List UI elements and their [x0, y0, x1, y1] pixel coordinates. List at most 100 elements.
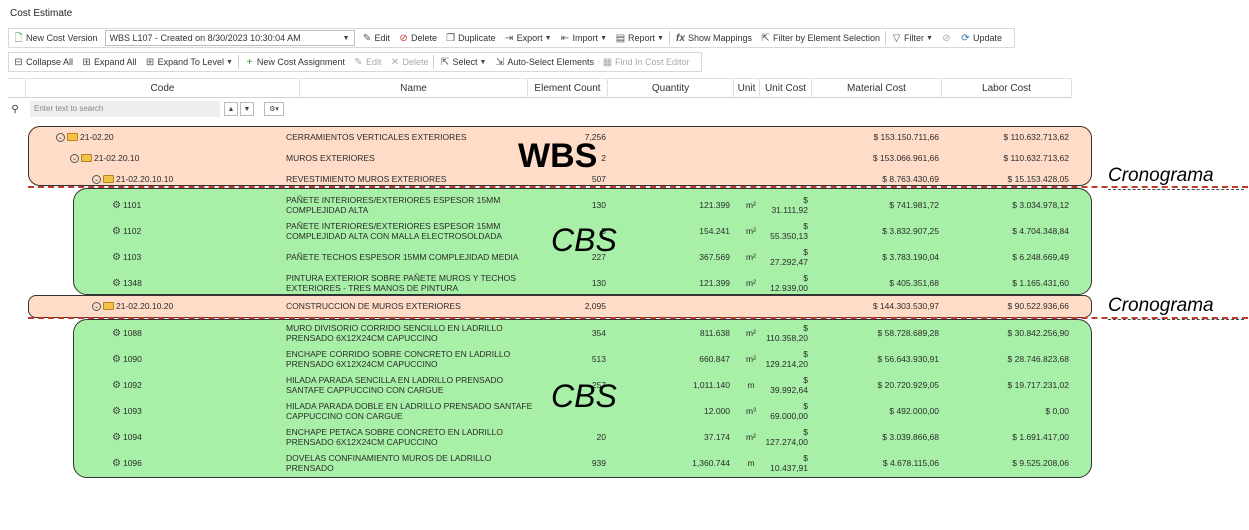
duplicate-button[interactable]: ❐ Duplicate — [441, 29, 500, 47]
name-cell: REVESTIMIENTO MUROS EXTERIORES — [286, 174, 447, 184]
cost-item-row[interactable]: ⚙ 1096 DOVELAS CONFINAMIENTO MUROS DE LADR… — [8, 451, 1071, 475]
select-button[interactable]: ⇱ Select ▼ — [435, 53, 490, 71]
labor-cost-cell: $ 90.522.936,66 — [1007, 301, 1069, 311]
cost-item-row[interactable]: ⚙ 1094 ENCHAPE PETACA SOBRE CONCRETO EN LA… — [8, 425, 1071, 449]
cost-item-row[interactable]: ⚙ 1090 ENCHAPE CORRIDO SOBRE CONCRETO EN L… — [8, 347, 1071, 371]
gear-icon: ⚙ — [112, 379, 121, 391]
gear-icon: ⚙ — [112, 251, 121, 263]
unit-cell: m² — [746, 328, 756, 338]
find-in-cost-editor-button[interactable]: ▦ Find In Cost Editor — [598, 53, 694, 71]
unit-cost-currency: $ — [803, 427, 808, 437]
gear-icon: ⚙ — [112, 225, 121, 237]
toolbar-separator — [433, 55, 435, 69]
schedule-underline — [1108, 189, 1244, 190]
name-cell: ENCHAPE PETACA SOBRE CONCRETO EN LADRILL… — [286, 427, 503, 447]
search-up-button[interactable]: ▲ — [224, 102, 238, 116]
schedule-annotation: Cronograma — [1108, 295, 1214, 316]
material-cost-cell: $ 3.783.190,04 — [882, 252, 939, 262]
export-icon: ⇥ — [504, 32, 514, 44]
column-header-labor-cost[interactable]: Labor Cost — [942, 78, 1072, 98]
column-header-material-cost[interactable]: Material Cost — [812, 78, 942, 98]
unit-cost-currency: $ — [803, 195, 808, 205]
cost-item-row[interactable]: ⚙ 1101 PAÑETE INTERIORES/EXTERIORES ESPESO… — [8, 193, 1071, 217]
cost-item-row[interactable]: ⚙ 1088 MURO DIVISORIO CORRIDO SENCILLO EN … — [8, 321, 1071, 345]
column-header-quantity[interactable]: Quantity — [608, 78, 734, 98]
collapse-toggle-icon[interactable]: ⌄ — [70, 153, 79, 163]
gear-icon: ⚙ — [112, 405, 121, 417]
unit-cost-currency: $ — [803, 401, 808, 411]
update-button[interactable]: ⟳ Update — [956, 29, 1006, 47]
cost-item-row[interactable]: ⚙ 1093 HILADA PARADA DOBLE EN LADRILLO PRE… — [8, 399, 1071, 423]
unit-cost-value: 129.214,20 — [765, 359, 808, 369]
edit-assignment-button[interactable]: ✎ Edit — [349, 53, 386, 71]
schedule-divider-line — [28, 317, 1248, 319]
column-header-name[interactable]: Name — [300, 78, 528, 98]
quantity-cell: 37.174 — [704, 432, 730, 442]
name-cell: MURO DIVISORIO CORRIDO SENCILLO EN LADRI… — [286, 323, 503, 343]
unit-cell: m³ — [746, 406, 756, 416]
unit-cost-cell: $55.350,13 — [760, 221, 808, 241]
quantity-cell: 660.847 — [699, 354, 730, 364]
unit-cost-cell: $110.358,20 — [760, 323, 808, 343]
refresh-icon: ⟳ — [961, 32, 970, 44]
code-cell: ⚙ 1093 — [112, 406, 142, 417]
code-cell: ⚙ 1094 — [112, 432, 142, 443]
labor-cost-cell: $ 1.165.431,60 — [1012, 278, 1069, 288]
schedule-underline — [1108, 319, 1244, 320]
material-cost-cell: $ 153.150.711,66 — [873, 132, 939, 142]
unit-cost-value: 27.292,47 — [770, 257, 808, 267]
column-header-code[interactable]: Code — [26, 78, 300, 98]
cost-item-row[interactable]: ⚙ 1103 PAÑETE TECHOS ESPESOR 15MM COMPLEJI… — [8, 245, 1071, 269]
export-button[interactable]: ⇥ Export ▼ — [500, 29, 556, 47]
collapse-toggle-icon[interactable]: ⌄ — [56, 132, 65, 142]
report-button[interactable]: ▤ Report ▼ — [611, 29, 668, 47]
tree-toolbar: ⊟ Collapse All ⊞ Expand All ⊞ Expand To … — [8, 52, 702, 72]
gear-icon: ⚙ — [112, 327, 121, 339]
unit-cost-cell: $27.292,47 — [760, 247, 808, 267]
edit-version-button[interactable]: ✎ Edit — [358, 29, 395, 47]
plus-icon: + — [246, 56, 253, 68]
clear-filter-button[interactable]: ⊘ — [937, 29, 956, 47]
delete-version-button[interactable]: ⊘ Delete — [394, 29, 441, 47]
schedule-divider-line — [28, 186, 1248, 188]
unit-cost-currency: $ — [803, 375, 808, 385]
collapse-all-button[interactable]: ⊟ Collapse All — [9, 53, 77, 71]
report-icon: ▤ — [615, 32, 626, 44]
search-options-button[interactable]: ⚙▾ — [264, 102, 284, 116]
show-mappings-button[interactable]: fx Show Mappings — [671, 29, 756, 47]
code-cell: ⌄ 21-02.20.10 — [70, 153, 139, 163]
cost-item-row[interactable]: ⚙ 1102 PAÑETE INTERIORES/EXTERIORES ESPESO… — [8, 219, 1071, 243]
name-cell: CERRAMIENTOS VERTICALES EXTERIORES — [286, 132, 467, 142]
wbs-group-row[interactable]: ⌄ 21-02.20.10.20 CONSTRUCCION DE MUROS EXT… — [8, 297, 1071, 315]
code-cell: ⌄ 21-02.20.10.10 — [92, 174, 173, 184]
unit-cell: m² — [746, 200, 756, 210]
cbs-annotation: CBS — [551, 222, 617, 258]
collapse-toggle-icon[interactable]: ⌄ — [92, 174, 101, 184]
material-cost-cell: $ 741.981,72 — [889, 200, 939, 210]
material-cost-cell: $ 58.728.689,28 — [877, 328, 939, 338]
main-toolbar: 🗋 New Cost Version WBS L107 - Created on… — [8, 28, 1015, 48]
new-cost-version-button[interactable]: 🗋 New Cost Version — [9, 29, 102, 47]
search-down-button[interactable]: ▼ — [240, 102, 254, 116]
delete-assignment-button[interactable]: ✕ Delete — [385, 53, 432, 71]
auto-select-elements-button[interactable]: ⇲ Auto-Select Elements — [490, 53, 598, 71]
column-header-element-count[interactable]: Element Count — [528, 78, 608, 98]
collapse-tree-icon: ⊟ — [14, 56, 23, 68]
expand-all-button[interactable]: ⊞ Expand All — [77, 53, 141, 71]
cost-item-row[interactable]: ⚙ 1348 PINTURA EXTERIOR SOBRE PAÑETE MUROS… — [8, 271, 1071, 295]
filter-button[interactable]: ▽ Filter ▼ — [887, 29, 937, 47]
filter-by-selection-button[interactable]: ⇱ Filter by Element Selection — [756, 29, 884, 47]
collapse-toggle-icon[interactable]: ⌄ — [92, 301, 101, 311]
import-button[interactable]: ⇤ Import ▼ — [556, 29, 611, 47]
name-cell: CONSTRUCCION DE MUROS EXTERIORES — [286, 301, 461, 311]
cost-item-row[interactable]: ⚙ 1092 HILADA PARADA SENCILLA EN LADRILLO … — [8, 373, 1071, 397]
column-header-unit[interactable]: Unit — [734, 78, 760, 98]
unit-cost-value: 12.939,00 — [770, 283, 808, 293]
search-input[interactable]: Enter text to search — [30, 101, 220, 117]
cost-version-select[interactable]: WBS L107 - Created on 8/30/2023 10:30:04… — [104, 30, 355, 46]
expand-to-level-button[interactable]: ⊞ Expand To Level ▼ — [141, 53, 237, 71]
unit-cost-currency: $ — [803, 453, 808, 463]
new-cost-assignment-button[interactable]: + New Cost Assignment — [240, 53, 349, 71]
material-cost-cell: $ 405.351,68 — [889, 278, 939, 288]
column-header-unit-cost[interactable]: Unit Cost — [760, 78, 812, 98]
